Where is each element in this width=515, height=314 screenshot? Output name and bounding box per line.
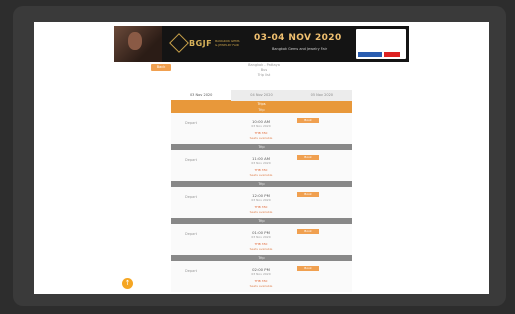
tab-date-3[interactable]: 05 Nov 2020 [291, 90, 352, 101]
schedule-table: 03 Nov 2020 04 Nov 2020 05 Nov 2020 Trip… [171, 90, 352, 292]
book-button[interactable]: Book [297, 192, 319, 197]
trip-price: THB 350 [254, 279, 268, 283]
trip-price: THB 350 [254, 168, 268, 172]
trip-location: Depart [185, 232, 198, 236]
route-info: Bangkok - Pattaya Bus Trip list [224, 63, 304, 78]
trip-date: 03 Nov 2020 [251, 198, 271, 202]
trip-seats: Seats available [249, 136, 273, 140]
trip-date: 03 Nov 2020 [251, 235, 271, 239]
ad-info-box[interactable] [356, 29, 406, 59]
book-button[interactable]: Book [297, 155, 319, 160]
ad-tagline: Bangkok Gems and Jewelry Fair [271, 47, 328, 51]
trip-seats: Seats available [249, 247, 273, 251]
ad-logo: BGJF BANGKOK GEMS & JEWELRY FAIR [169, 33, 241, 53]
ad-close-button[interactable] [384, 52, 400, 57]
trip-location: Depart [185, 158, 198, 162]
trip-date: 03 Nov 2020 [251, 124, 271, 128]
trip-row: Depart 10:00 AM 03 Nov 2020 THB 350 Seat… [171, 113, 352, 144]
book-button[interactable]: Book [297, 229, 319, 234]
trip-date: 03 Nov 2020 [251, 161, 271, 165]
tab-date-2[interactable]: 04 Nov 2020 [231, 90, 292, 101]
browser-screen: BGJF BANGKOK GEMS & JEWELRY FAIR 03-04 N… [34, 22, 489, 294]
trip-price: THB 350 [254, 242, 268, 246]
trip-price: THB 350 [254, 205, 268, 209]
trip-row: Depart 02:00 PM 03 Nov 2020 THB 350 Seat… [171, 261, 352, 292]
tab-date-1[interactable]: 03 Nov 2020 [171, 90, 232, 101]
book-button[interactable]: Book [297, 266, 319, 271]
trip-location: Depart [185, 121, 198, 125]
back-button[interactable]: Back [151, 64, 171, 71]
trip-seats: Seats available [249, 173, 273, 177]
date-tabs: 03 Nov 2020 04 Nov 2020 05 Nov 2020 [171, 90, 352, 101]
trip-seats: Seats available [249, 284, 273, 288]
trip-location: Depart [185, 269, 198, 273]
ad-brand-sub: BANGKOK GEMS & JEWELRY FAIR [215, 39, 240, 47]
trip-row: Depart 12:00 PM 03 Nov 2020 THB 350 Seat… [171, 187, 352, 218]
trip-price: THB 350 [254, 131, 268, 135]
up-arrow-icon: ↑ [124, 279, 131, 287]
trip-row: Depart 11:00 AM 03 Nov 2020 THB 350 Seat… [171, 150, 352, 181]
scroll-top-button[interactable]: ↑ [122, 278, 133, 289]
ad-register-button[interactable] [358, 52, 382, 57]
ad-banner[interactable]: BGJF BANGKOK GEMS & JEWELRY FAIR 03-04 N… [114, 26, 409, 62]
trip-location: Depart [185, 195, 198, 199]
trip-seats: Seats available [249, 210, 273, 214]
trip-date: 03 Nov 2020 [251, 272, 271, 276]
diamond-icon [169, 33, 189, 53]
trip-row: Depart 01:00 PM 03 Nov 2020 THB 350 Seat… [171, 224, 352, 255]
ad-photo [114, 26, 162, 62]
ad-brand: BGJF [189, 38, 213, 48]
book-button[interactable]: Book [297, 118, 319, 123]
route-line3: Trip list [257, 73, 271, 77]
ad-date: 03-04 NOV 2020 [254, 33, 342, 43]
